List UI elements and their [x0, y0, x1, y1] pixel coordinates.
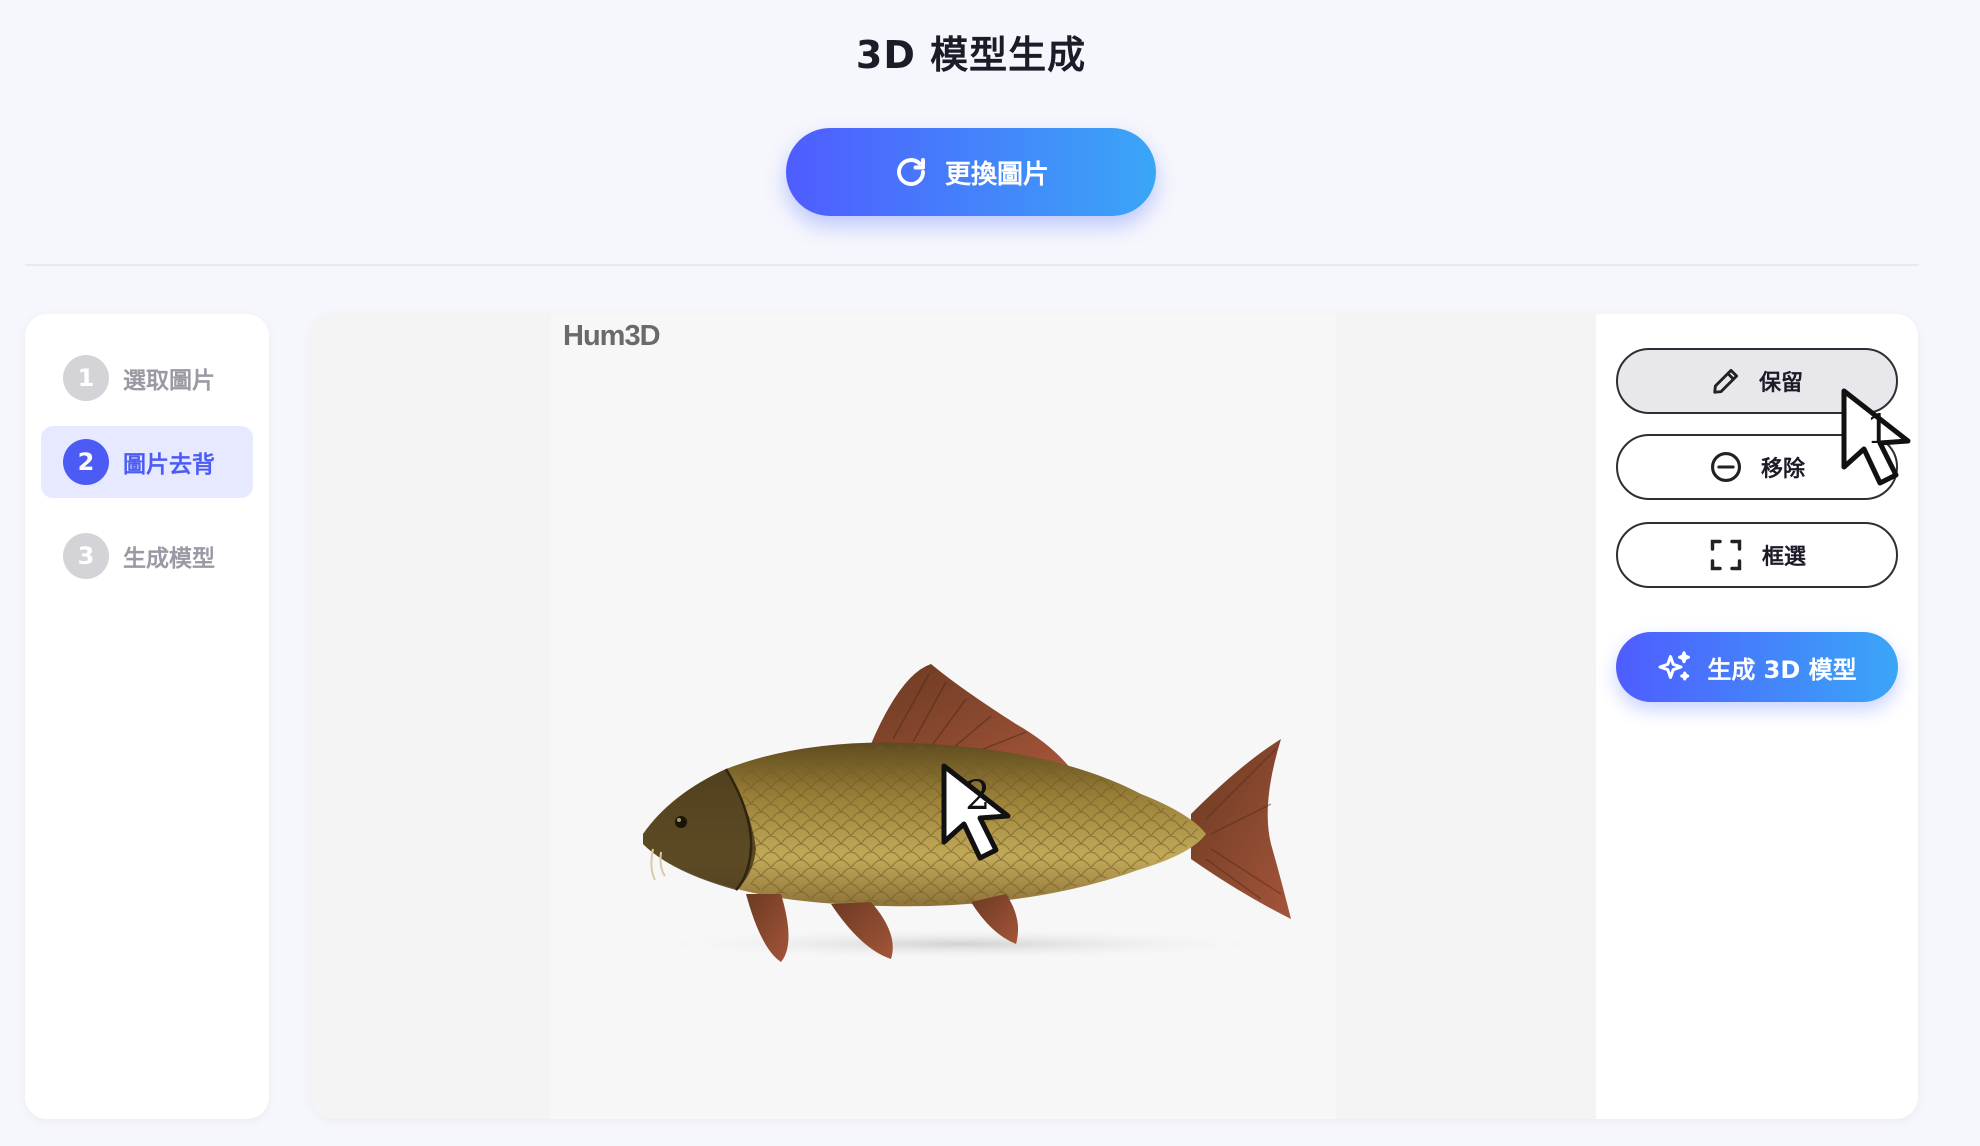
page-title: 3D 模型生成 — [855, 33, 1087, 77]
sparkle-icon — [1658, 651, 1691, 681]
frame-select-icon — [1710, 539, 1742, 571]
editor-panel: Hum3D 2 保留 移除 框選 生成 3D 模型 — [311, 314, 1918, 1119]
step-label: 選取圖片 — [123, 368, 215, 394]
step-number: 3 — [63, 533, 109, 579]
step-number: 2 — [63, 439, 109, 485]
minus-circle-icon — [1710, 451, 1742, 483]
annotation-label-2: 2 — [965, 773, 991, 819]
remove-label: 移除 — [1760, 457, 1805, 482]
generate-3d-label: 生成 3D 模型 — [1707, 655, 1857, 684]
frame-select-label: 框選 — [1761, 545, 1806, 570]
step-generate-model[interactable]: 3 生成模型 — [41, 520, 253, 592]
generate-3d-button[interactable]: 生成 3D 模型 — [1616, 632, 1898, 702]
steps-sidebar: 1 選取圖片 2 圖片去背 3 生成模型 — [25, 314, 269, 1119]
annotation-label-1: 1 — [1866, 407, 1892, 453]
change-image-label: 更換圖片 — [944, 159, 1049, 190]
frame-select-button[interactable]: 框選 — [1616, 522, 1898, 588]
pencil-icon — [1713, 368, 1739, 394]
step-remove-background[interactable]: 2 圖片去背 — [41, 426, 253, 498]
keep-label: 保留 — [1758, 371, 1803, 396]
step-label: 生成模型 — [123, 546, 215, 572]
step-select-image[interactable]: 1 選取圖片 — [41, 342, 253, 414]
step-label: 圖片去背 — [123, 452, 215, 478]
image-preview-canvas[interactable]: Hum3D 2 — [311, 314, 1596, 1119]
refresh-icon — [897, 158, 925, 186]
header-divider — [25, 264, 1919, 266]
step-number: 1 — [63, 355, 109, 401]
image-watermark: Hum3D — [563, 320, 661, 352]
change-image-button[interactable]: 更換圖片 — [786, 128, 1156, 216]
